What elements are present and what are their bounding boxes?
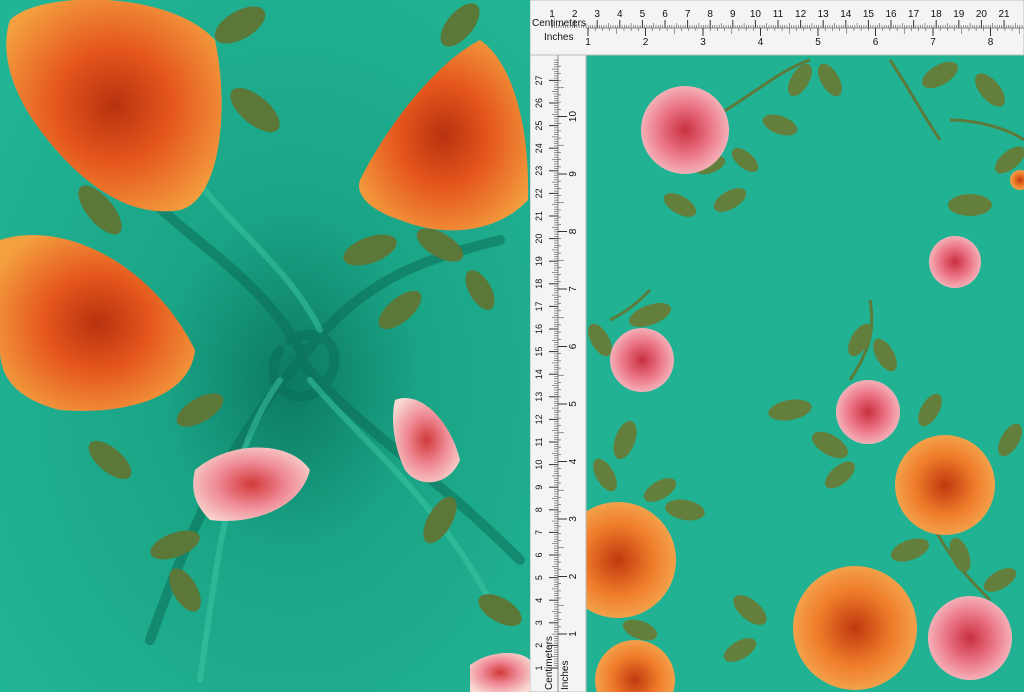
left-ruler: 1234567891011121314151617181920212223242… (530, 54, 587, 692)
left-inch-tick-label: 6 (568, 343, 579, 349)
left-cm-tick-label: 4 (534, 598, 544, 603)
top-inch-tick-label: 4 (758, 37, 764, 48)
left-ruler-inch-label: Inches (560, 661, 571, 690)
top-inch-tick-label: 3 (700, 37, 706, 48)
top-inch-tick-label: 8 (988, 37, 994, 48)
top-cm-tick-label: 20 (976, 9, 988, 20)
left-cm-tick-label: 23 (534, 166, 544, 176)
top-inch-tick-label: 7 (930, 37, 936, 48)
left-cm-tick-label: 8 (534, 507, 544, 512)
left-cm-tick-label: 11 (534, 437, 544, 446)
top-cm-tick-label: 9 (730, 9, 736, 20)
left-inch-tick-label: 4 (568, 458, 579, 464)
left-cm-tick-label: 26 (534, 98, 544, 108)
left-cm-tick-label: 18 (534, 279, 544, 289)
top-inch-tick-label: 6 (873, 37, 879, 48)
left-cm-tick-label: 10 (534, 460, 544, 470)
swirled-fabric-photo (0, 0, 530, 692)
left-cm-tick-label: 22 (534, 188, 544, 198)
top-cm-tick-label: 6 (662, 9, 668, 20)
top-ruler-inch-label: Inches (544, 32, 573, 43)
left-cm-tick-label: 17 (534, 301, 544, 311)
left-inch-tick-label: 10 (568, 111, 579, 123)
top-cm-tick-label: 4 (617, 9, 623, 20)
left-cm-tick-label: 19 (534, 256, 544, 266)
left-cm-tick-label: 7 (534, 530, 544, 535)
left-cm-tick-label: 5 (534, 575, 544, 580)
left-cm-tick-label: 12 (534, 414, 544, 424)
top-inch-tick-label: 5 (815, 37, 821, 48)
left-ruler-cm-label: Centimeters (544, 636, 555, 690)
left-cm-tick-label: 24 (534, 143, 544, 153)
left-cm-tick-label: 14 (534, 369, 544, 379)
left-cm-tick-label: 16 (534, 324, 544, 334)
left-inch-tick-label: 5 (568, 401, 579, 407)
left-cm-tick-label: 21 (534, 211, 544, 221)
left-inch-tick-label: 2 (568, 573, 579, 579)
left-cm-tick-label: 6 (534, 552, 544, 557)
top-cm-tick-label: 8 (707, 9, 713, 20)
flat-fabric-svg: Centimeters Inches 1 2 3 4 5 6 7 8 9 10 11 12 13 14 15… (530, 0, 1024, 692)
top-ruler: Centimeters Inches 1 2 3 4 5 6 7 8 9 10 11 12 13 14 15… (530, 0, 1024, 56)
left-cm-tick-label: 3 (534, 620, 544, 625)
swirled-fabric-svg (0, 0, 530, 692)
left-cm-tick-label: 15 (534, 347, 544, 357)
top-inch-tick-label: 2 (643, 37, 649, 48)
top-cm-tick-label: 11 (773, 9, 784, 20)
top-cm-tick-label: 15 (863, 9, 875, 20)
top-cm-tick-label: 3 (594, 9, 600, 20)
left-cm-tick-label: 25 (534, 121, 544, 131)
top-inch-tick-label: 1 (585, 37, 591, 48)
top-cm-tick-label: 7 (685, 9, 691, 20)
left-inch-tick-label: 7 (568, 286, 579, 292)
left-cm-tick-label: 27 (534, 75, 544, 85)
top-cm-tick-label: 10 (750, 9, 762, 20)
top-cm-tick-label: 2 (572, 9, 578, 20)
left-cm-tick-label: 9 (534, 485, 544, 490)
left-cm-tick-label: 13 (534, 392, 544, 402)
top-cm-tick-label: 5 (640, 9, 646, 20)
left-inch-tick-label: 8 (568, 228, 579, 234)
top-cm-tick-label: 12 (795, 9, 807, 20)
left-inch-tick-label: 1 (568, 631, 579, 637)
top-cm-tick-label: 21 (998, 9, 1010, 20)
top-cm-tick-label: 19 (953, 9, 965, 20)
left-inch-tick-label: 3 (568, 516, 579, 522)
top-cm-tick-label: 14 (840, 9, 852, 20)
top-cm-tick-label: 17 (908, 9, 920, 20)
top-cm-tick-label: 18 (931, 9, 943, 20)
left-cm-tick-label: 1 (534, 665, 544, 670)
top-cm-tick-label: 16 (885, 9, 897, 20)
top-cm-tick-label: 13 (818, 9, 830, 20)
left-cm-tick-label: 2 (534, 643, 544, 648)
top-cm-tick-label: 1 (549, 9, 555, 20)
left-inch-tick-label: 9 (568, 171, 579, 177)
flat-fabric-with-ruler: Centimeters Inches 1 2 3 4 5 6 7 8 9 10 11 12 13 14 15… (530, 0, 1024, 692)
left-cm-tick-label: 20 (534, 234, 544, 244)
